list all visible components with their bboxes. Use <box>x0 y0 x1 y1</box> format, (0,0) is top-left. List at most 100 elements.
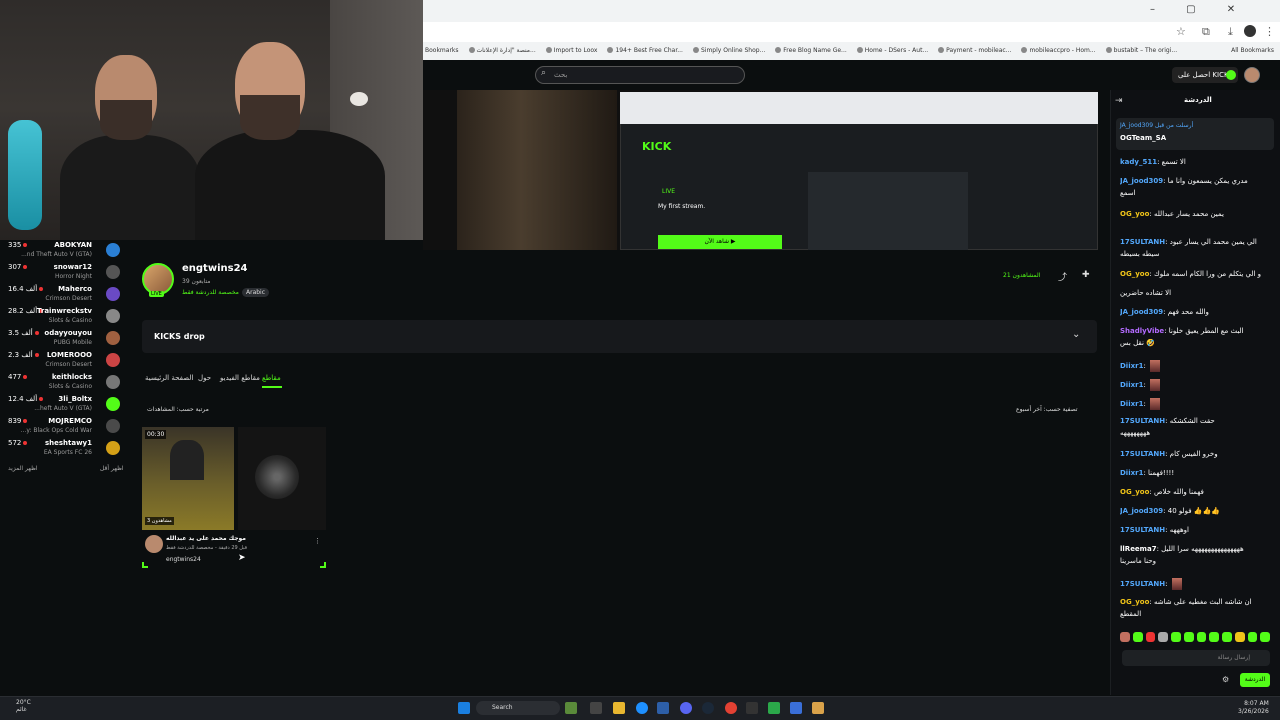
start-icon[interactable] <box>458 702 470 714</box>
steam-icon[interactable] <box>702 702 714 714</box>
chat-input[interactable]: إرسال رسالة <box>1122 650 1270 666</box>
chat-username[interactable]: 17SULTANH <box>1120 526 1165 534</box>
weather-widget[interactable]: 20°C غائم <box>16 699 31 713</box>
profile-avatar[interactable] <box>1244 25 1256 37</box>
filter-dropdown[interactable]: تصفية حسب: آخر أسبوع <box>1016 406 1078 413</box>
sidebar-channel-item[interactable]: 28.2 ألف Trainwreckstv Slots & Casino <box>8 307 120 329</box>
bookmark-item[interactable]: منصة "إدارة الإعلانات... <box>468 47 536 54</box>
address-bar[interactable] <box>423 22 1280 42</box>
chat-username[interactable]: 17SULTANH <box>1120 580 1165 588</box>
chat-username[interactable]: Diixr1 <box>1120 381 1143 389</box>
sidebar-channel-item[interactable]: 839 MOJREMCO ...y: Black Ops Cold War <box>8 417 120 439</box>
collapse-chat-icon[interactable]: ⇥ <box>1115 96 1123 106</box>
chat-username[interactable]: JA_jood309 <box>1120 308 1163 316</box>
clip-title[interactable]: موجك محمد على يد عبدالله <box>166 535 246 542</box>
follow-icon[interactable]: ✚ <box>1082 270 1090 280</box>
app-icon[interactable] <box>768 702 780 714</box>
discord-icon[interactable] <box>680 702 692 714</box>
chat-username[interactable]: OG_yoo <box>1120 210 1149 218</box>
bookmark-item[interactable]: Free Blog Name Ge... <box>775 47 847 54</box>
emote-icon[interactable] <box>1196 632 1207 642</box>
emote-icon[interactable] <box>1234 632 1245 642</box>
bookmark-item[interactable]: Payment - mobileac... <box>938 47 1011 54</box>
chat-username[interactable]: OG_yoo <box>1120 598 1149 606</box>
show-less-link[interactable]: اظهر أقل <box>100 465 124 472</box>
chat-username[interactable]: 17SULTANH <box>1120 417 1165 425</box>
bookmark-item[interactable]: Simply Online Shop... <box>692 47 765 54</box>
widgets-icon[interactable] <box>565 702 577 714</box>
extensions-icon[interactable]: ⧉ <box>1202 25 1210 39</box>
emote-icon[interactable] <box>1260 632 1270 642</box>
emote-icon[interactable] <box>1171 632 1181 642</box>
stream-category[interactable]: مخصصة للدردشة فقط <box>182 289 239 296</box>
sidebar-channel-item[interactable]: 3.5 ألف odayyouyou PUBG Mobile <box>8 329 120 351</box>
emote-icon[interactable] <box>1120 632 1130 642</box>
chat-username[interactable]: OG_yoo <box>1120 270 1149 278</box>
kebab-menu-icon[interactable]: ⋮ <box>1264 25 1275 38</box>
sort-dropdown[interactable]: مرتبة حسب: المشاهدات <box>147 406 209 413</box>
share-icon[interactable]: ⤴ <box>1058 270 1067 283</box>
task-view-icon[interactable] <box>590 702 602 714</box>
chat-username[interactable]: JA_jood309 <box>1120 177 1163 185</box>
sidebar-channel-item[interactable]: 307 snowar12 Horror Night <box>8 263 120 285</box>
app-icon[interactable] <box>790 702 802 714</box>
file-explorer-icon[interactable] <box>613 702 625 714</box>
emote-icon[interactable] <box>1183 632 1194 642</box>
bookmark-item[interactable]: Bookmarks <box>425 47 459 54</box>
sidebar-channel-item[interactable]: 2.3 ألف LOMEROOO Crimson Desert <box>8 351 120 373</box>
edge-icon[interactable] <box>636 702 648 714</box>
chat-username[interactable]: OG_yoo <box>1120 488 1149 496</box>
chat-username[interactable]: llReema7 <box>1120 545 1157 553</box>
star-icon[interactable]: ☆ <box>1176 25 1186 38</box>
emote-icon[interactable] <box>1247 632 1258 642</box>
search-input[interactable]: بحث <box>535 66 745 84</box>
chat-username[interactable]: Diixr1 <box>1120 400 1143 408</box>
chat-username[interactable]: kady_511 <box>1120 158 1157 166</box>
user-avatar[interactable] <box>1244 67 1260 83</box>
kebab-menu-icon[interactable]: ⋮ <box>314 537 321 545</box>
chat-username[interactable]: Diixr1 <box>1120 362 1143 370</box>
chat-username[interactable]: 17SULTANH <box>1120 238 1165 246</box>
send-chat-button[interactable]: الدردشة <box>1240 673 1270 687</box>
window-controls[interactable]: – ▢ ✕ <box>1150 4 1249 15</box>
emote-icon[interactable] <box>1158 632 1168 642</box>
chat-username[interactable]: ShadlyVibe <box>1120 327 1164 335</box>
sidebar-channel-item[interactable]: 477 keithlocks Slots & Casino <box>8 373 120 395</box>
store-icon[interactable] <box>657 702 669 714</box>
bookmark-item[interactable]: mobileaccpro - Hom... <box>1021 47 1096 54</box>
emote-icon[interactable] <box>1209 632 1219 642</box>
tab-clips[interactable]: مقاطع <box>262 374 281 382</box>
bookmark-item[interactable]: Home - DSers - Aut... <box>856 47 928 54</box>
system-clock[interactable]: 8:07 AM 3/26/2026 <box>1238 700 1269 716</box>
bookmark-item[interactable]: bustabit – The origi... <box>1105 47 1177 54</box>
bookmark-item[interactable]: 194+ Best Free Char... <box>607 47 683 54</box>
chrome-icon[interactable] <box>725 702 737 714</box>
emote-icon[interactable] <box>1132 632 1143 642</box>
tab-about[interactable]: حول <box>198 374 211 382</box>
clip-author[interactable]: engtwins24 <box>166 556 201 563</box>
kicks-drop-panel[interactable] <box>142 320 1097 353</box>
chat-username[interactable]: 17SULTANH <box>1120 450 1165 458</box>
gear-icon[interactable]: ⚙ <box>1222 675 1229 684</box>
app-icon[interactable] <box>812 702 824 714</box>
channel-name[interactable]: engtwins24 <box>182 263 248 274</box>
tab-videos[interactable]: مقاطع الفيديو <box>220 374 260 382</box>
chat-username[interactable]: JA_jood309 <box>1120 507 1163 515</box>
taskbar-search[interactable]: Search <box>476 701 560 715</box>
emote-icon[interactable] <box>1222 632 1232 642</box>
chevron-down-icon[interactable]: ⌄ <box>1072 329 1080 340</box>
all-bookmarks[interactable]: All Bookmarks <box>1231 47 1280 54</box>
sidebar-channel-item[interactable]: 16.4 ألف Maherco Crimson Desert <box>8 285 120 307</box>
obs-icon[interactable] <box>746 702 758 714</box>
show-more-link[interactable]: اظهر المزيد <box>8 465 38 472</box>
emote-icon[interactable] <box>1145 632 1156 642</box>
sidebar-channel-item[interactable]: 572 sheshtawy1 EA Sports FC 26 <box>8 439 120 461</box>
sidebar-channel-item[interactable]: 12.4 ألف 3li_Boltx ...heft Auto V (GTA) <box>8 395 120 417</box>
bookmark-item[interactable]: Import to Loox <box>545 47 597 54</box>
language-tag[interactable]: Arabic <box>242 288 270 297</box>
sidebar-channel-item[interactable]: 335 ABOKYAN ...nd Theft Auto V (GTA) <box>8 241 120 263</box>
chat-username[interactable]: Diixr1 <box>1120 469 1143 477</box>
clip-author-avatar[interactable] <box>145 535 163 553</box>
download-icon[interactable]: ⤓ <box>1228 25 1233 39</box>
tab-home[interactable]: الصفحة الرئيسية <box>145 374 193 382</box>
